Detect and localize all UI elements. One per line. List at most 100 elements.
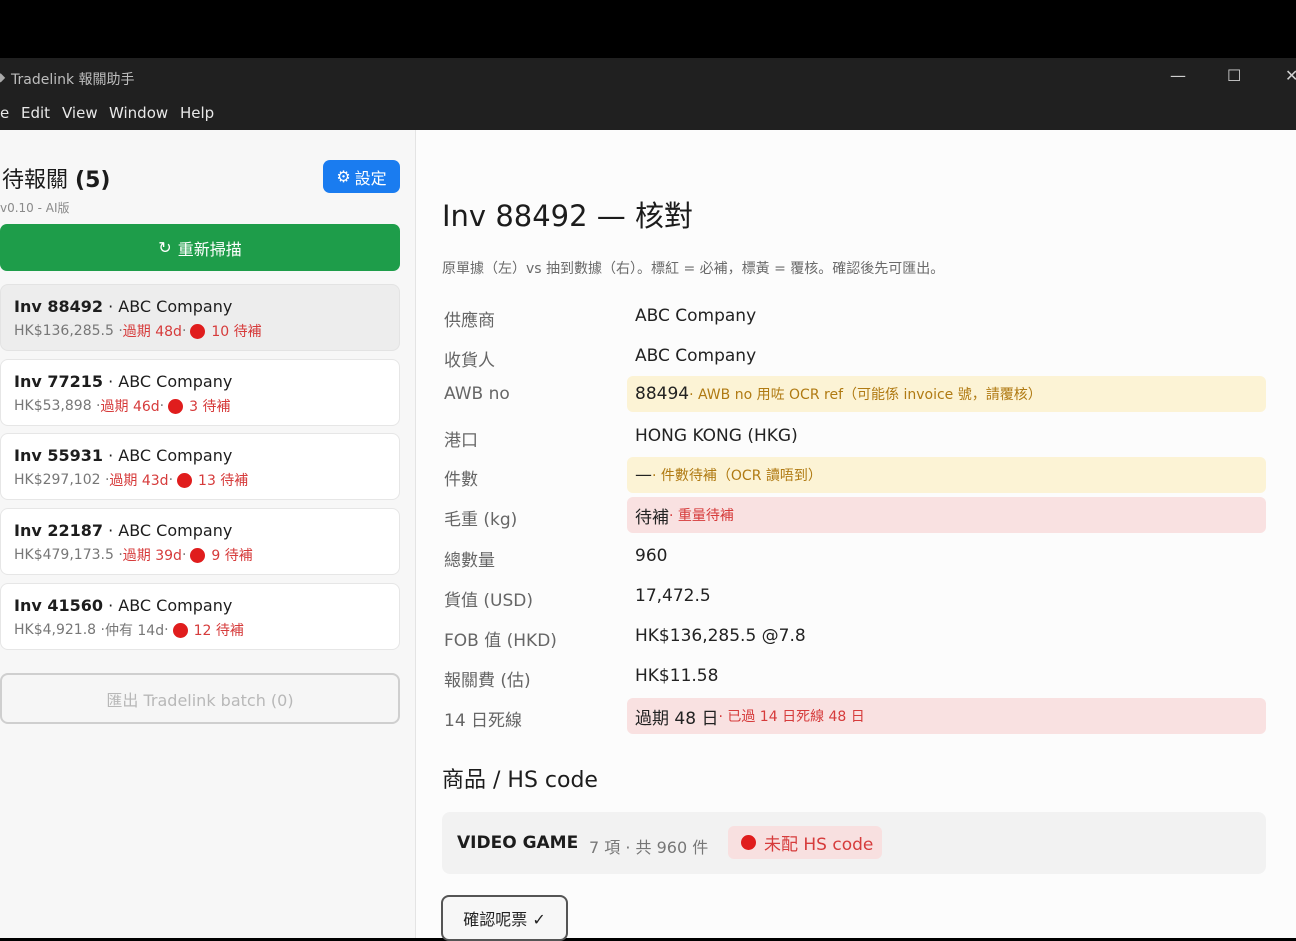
separator: · <box>181 547 187 563</box>
window-title: Tradelink 報關助手 <box>11 72 135 88</box>
invoice-deadline-status: 仲有 14d <box>104 623 165 639</box>
confirm-invoice-button[interactable]: 確認呢票 ✓ <box>441 895 568 941</box>
field-value-text: HK$136,285.5 @7.8 <box>635 626 806 646</box>
invoice-pending-count: 9 待補 <box>211 548 253 564</box>
menu-window[interactable]: Window <box>109 104 168 122</box>
red-dot-icon <box>168 398 184 414</box>
goods-meta: 7 項 · 共 960 件 <box>589 838 709 857</box>
red-dot-icon <box>172 622 188 638</box>
field-value-text: HK$11.58 <box>635 666 719 686</box>
red-dot-icon <box>741 835 756 850</box>
invoice-number: Inv 41560 <box>14 596 104 615</box>
settings-button[interactable]: ⚙ 設定 <box>323 160 400 193</box>
field-value-text: HONG KONG (HKG) <box>635 426 798 446</box>
separator: · <box>164 622 169 638</box>
rescan-button[interactable]: ↻ 重新掃描 <box>0 224 400 271</box>
field-value-text: 過期 48 日 <box>635 708 719 729</box>
field-value: 17,472.5 <box>627 578 1266 614</box>
field-value-text: 960 <box>635 546 668 566</box>
separator: · <box>181 323 187 339</box>
menu-edit[interactable]: Edit <box>21 104 50 122</box>
invoice-number: Inv 88492 <box>14 297 104 316</box>
separator: · <box>168 472 174 488</box>
goods-section-title: 商品 / HS code <box>442 768 598 793</box>
field-row-gross-weight: 毛重 (kg) 待補 · 重量待補 <box>442 497 1266 533</box>
invoice-company: · ABC Company <box>108 446 233 465</box>
field-note: · 重量待補 <box>669 508 734 524</box>
field-label: 收貨人 <box>444 351 495 371</box>
field-label: 總數量 <box>444 551 495 571</box>
invoice-deadline-status: 過期 46d <box>100 399 160 415</box>
invoice-title: Inv 55931 · ABC Company <box>14 446 232 465</box>
separator: · <box>159 398 165 414</box>
field-value-error[interactable]: 過期 48 日 · 已過 14 日死線 48 日 <box>627 698 1266 734</box>
settings-label: 設定 <box>354 168 387 188</box>
field-value-warning[interactable]: 88494 · AWB no 用咗 OCR ref（可能係 invoice 號，… <box>627 376 1266 412</box>
menu-help[interactable]: Help <box>180 104 214 122</box>
invoice-pending-count: 12 待補 <box>193 623 244 639</box>
invoice-deadline-status: 過期 43d <box>109 473 169 489</box>
field-value-text: 88494 <box>635 384 690 404</box>
menu-view[interactable]: View <box>62 104 98 122</box>
sidebar-count: (5) <box>75 168 111 193</box>
invoice-item-41560[interactable]: Inv 41560 · ABC Company HK$4,921.8 · 仲有 … <box>0 583 400 650</box>
goods-item-card[interactable]: VIDEO GAME 7 項 · 共 960 件 未配 HS code <box>442 812 1266 874</box>
field-value-warning[interactable]: — · 件數待補（OCR 讀唔到） <box>627 457 1266 493</box>
maximize-button[interactable]: ☐ <box>1227 66 1241 85</box>
invoice-meta: HK$297,102 · 過期 43d · 13 待補 <box>14 470 248 490</box>
screen-top-bar <box>0 0 1296 58</box>
invoice-amount: HK$53,898 · <box>14 398 101 414</box>
export-tradelink-button[interactable]: 匯出 Tradelink batch (0) <box>0 673 400 724</box>
field-value: ABC Company <box>627 298 1266 334</box>
field-value: 960 <box>627 538 1266 574</box>
invoice-amount: HK$136,285.5 · <box>14 323 123 339</box>
field-label: 港口 <box>444 431 478 451</box>
invoice-company: · ABC Company <box>108 297 233 316</box>
app-icon: ◆ <box>0 70 6 84</box>
field-row-total-qty: 總數量 960 <box>442 538 1266 574</box>
invoice-item-55931[interactable]: Inv 55931 · ABC Company HK$297,102 · 過期 … <box>0 433 400 500</box>
field-label: 供應商 <box>444 311 495 331</box>
field-row-packages: 件數 — · 件數待補（OCR 讀唔到） <box>442 457 1266 493</box>
field-value-text: 待補 <box>635 507 669 528</box>
hs-code-status-badge[interactable]: 未配 HS code <box>728 826 882 859</box>
menu-file[interactable]: e <box>0 104 9 122</box>
invoice-pending-count: 10 待補 <box>211 324 262 340</box>
field-label: AWB no <box>444 384 510 404</box>
field-label: 14 日死線 <box>444 711 523 731</box>
sidebar-title: 待報關 (5) <box>2 162 110 194</box>
invoice-title: Inv 77215 · ABC Company <box>14 372 232 391</box>
invoice-item-22187[interactable]: Inv 22187 · ABC Company HK$479,173.5 · 過… <box>0 508 400 575</box>
field-value-text: ABC Company <box>635 306 757 326</box>
red-dot-icon <box>190 547 206 563</box>
invoice-deadline-status: 過期 39d <box>122 548 182 564</box>
invoice-title: Inv 41560 · ABC Company <box>14 596 232 615</box>
gear-icon: ⚙ <box>336 167 351 186</box>
close-button[interactable]: ✕ <box>1285 66 1296 85</box>
invoice-amount: HK$479,173.5 · <box>14 547 123 563</box>
page-title: Inv 88492 — 核對 <box>442 199 694 233</box>
invoice-amount: HK$4,921.8 · <box>14 622 105 638</box>
field-label: 貨值 (USD) <box>444 591 533 611</box>
invoice-number: Inv 77215 <box>14 372 104 391</box>
field-value: HK$11.58 <box>627 658 1266 694</box>
field-row-declaration-fee: 報關費 (估) HK$11.58 <box>442 658 1266 694</box>
field-label: FOB 值 (HKD) <box>444 631 557 651</box>
sidebar-title-text: 待報關 <box>2 168 69 193</box>
field-label: 報關費 (估) <box>444 671 531 691</box>
field-value-error[interactable]: 待補 · 重量待補 <box>627 497 1266 533</box>
minimize-button[interactable]: — <box>1170 66 1186 85</box>
invoice-item-88492[interactable]: Inv 88492 · ABC Company HK$136,285.5 · 過… <box>0 284 400 351</box>
invoice-meta: HK$479,173.5 · 過期 39d · 9 待補 <box>14 545 253 565</box>
field-row-supplier: 供應商 ABC Company <box>442 298 1266 334</box>
invoice-meta: HK$4,921.8 · 仲有 14d · 12 待補 <box>14 620 244 640</box>
invoice-company: · ABC Company <box>108 596 233 615</box>
invoice-item-77215[interactable]: Inv 77215 · ABC Company HK$53,898 · 過期 4… <box>0 359 400 426</box>
red-dot-icon <box>177 472 193 488</box>
invoice-pending-count: 13 待補 <box>198 473 249 489</box>
red-dot-icon <box>190 323 206 339</box>
invoice-meta: HK$53,898 · 過期 46d · 3 待補 <box>14 396 230 416</box>
invoice-company: · ABC Company <box>108 372 233 391</box>
field-value-text: 17,472.5 <box>635 586 711 606</box>
invoice-pending-count: 3 待補 <box>189 399 231 415</box>
